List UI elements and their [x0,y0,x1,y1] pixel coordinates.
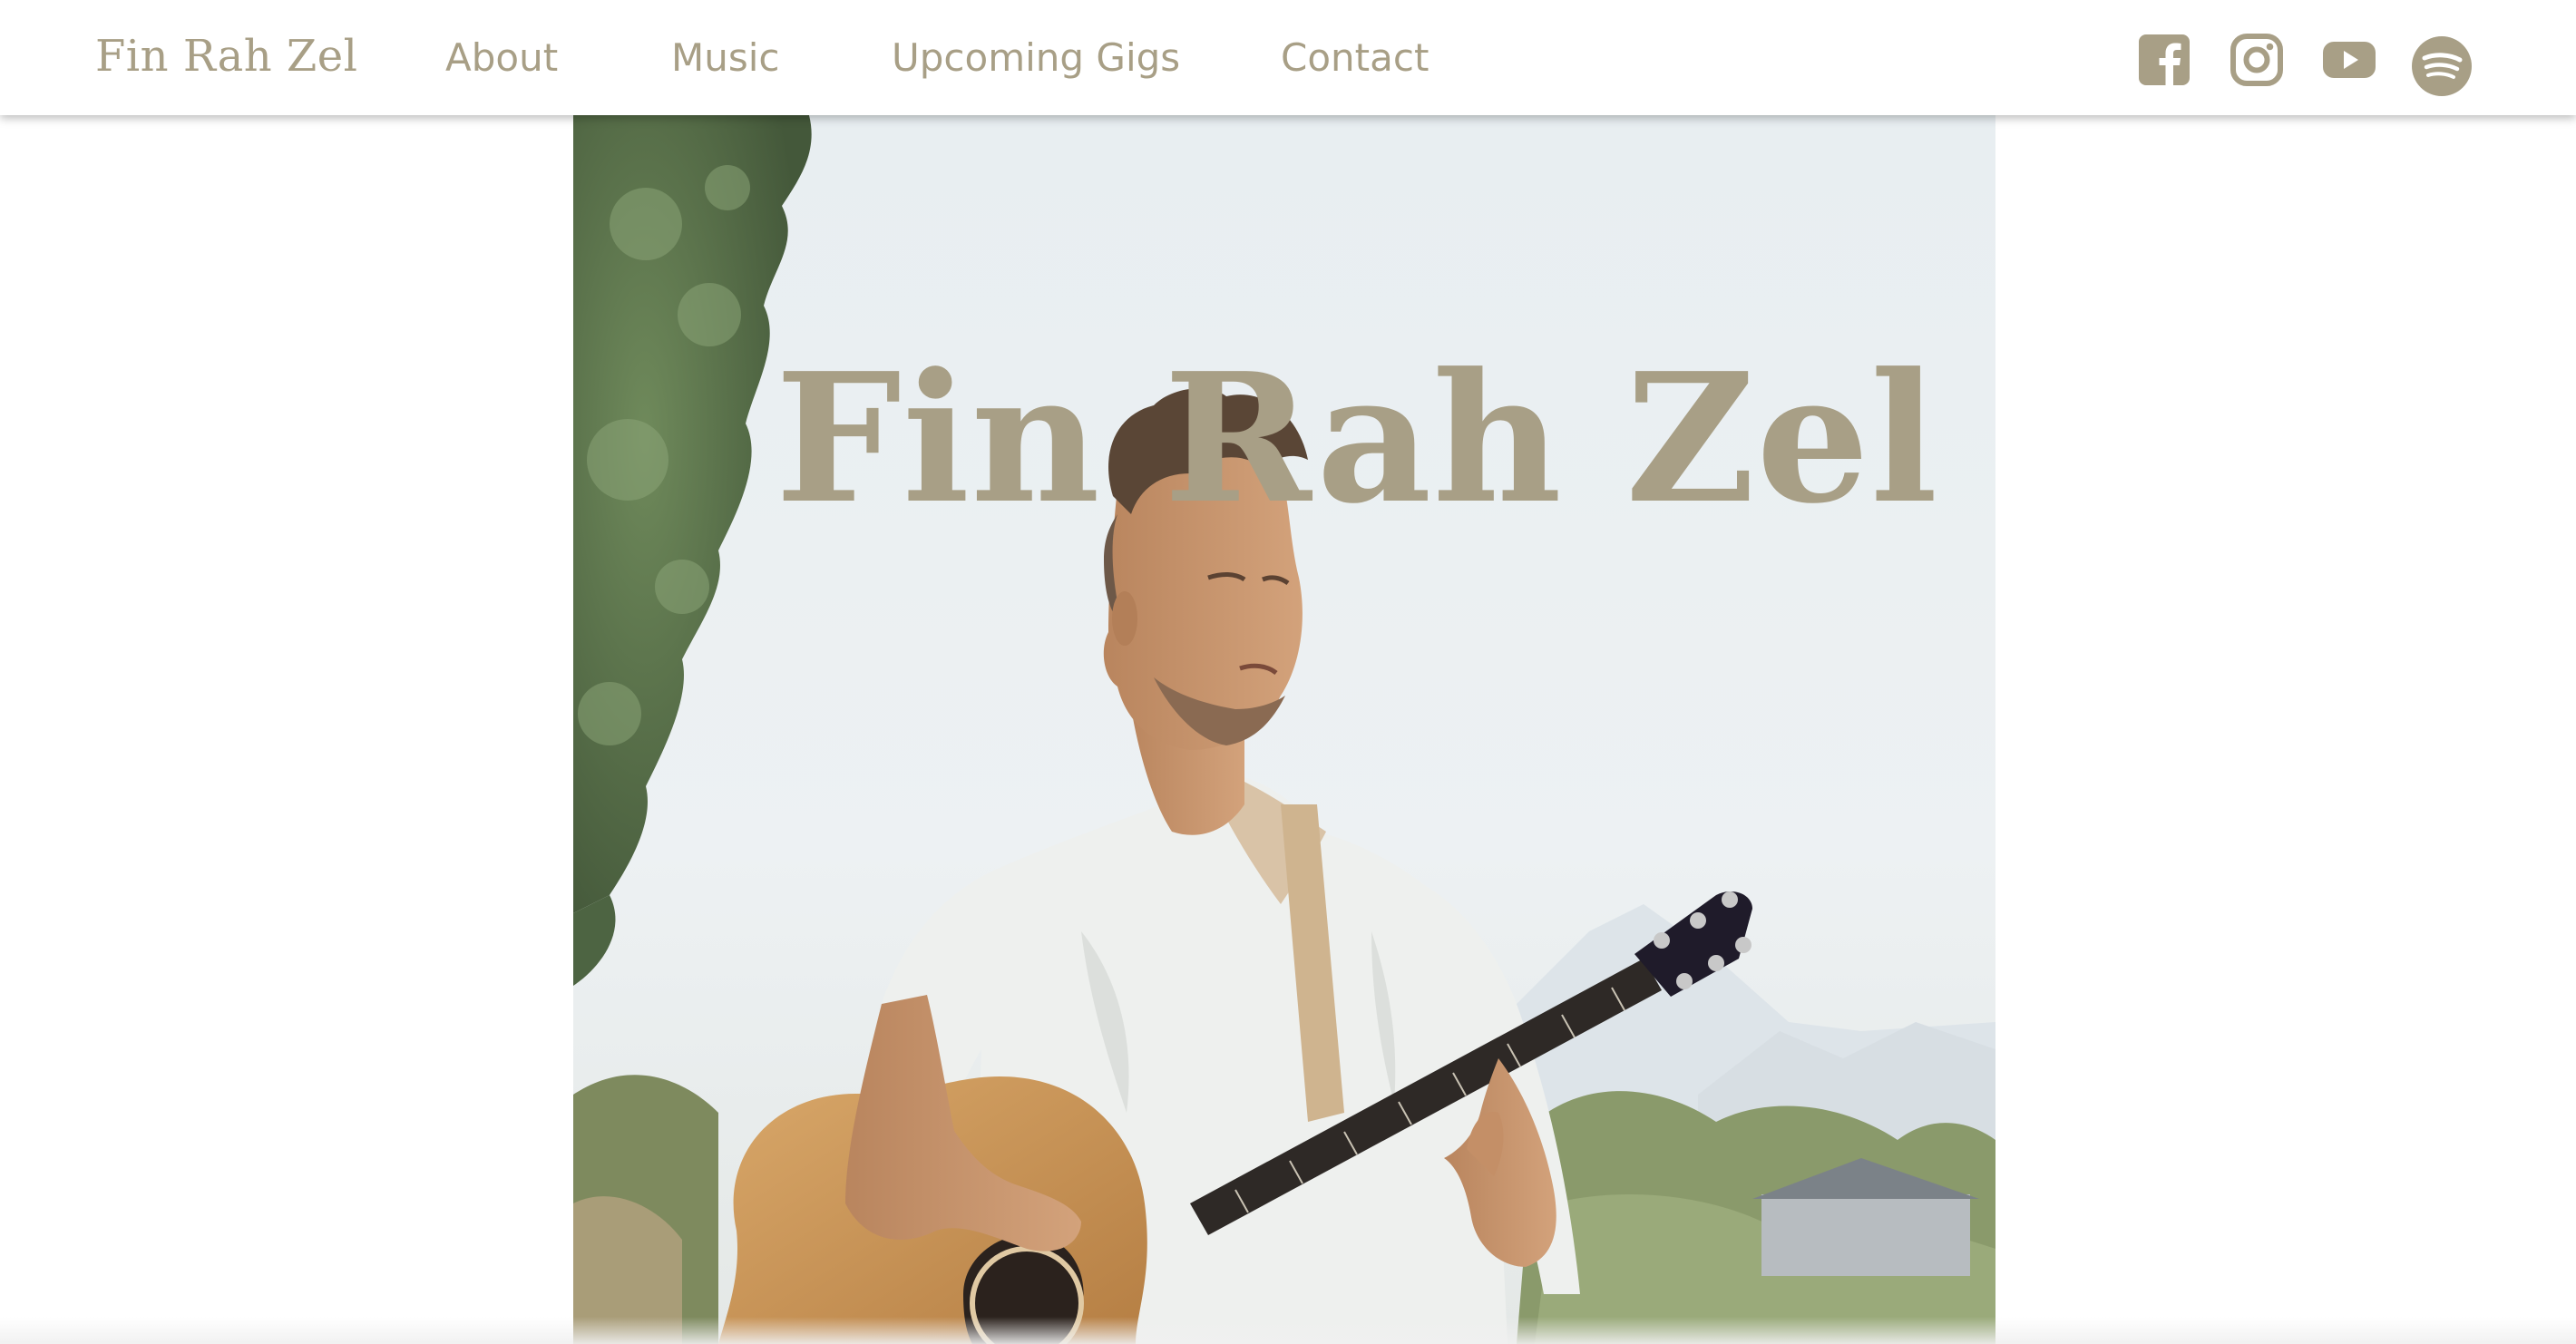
youtube-icon[interactable] [2322,33,2376,87]
nav-link-contact[interactable]: Contact [1281,31,1429,85]
nav-link-upcoming-gigs[interactable]: Upcoming Gigs [892,31,1180,85]
top-navigation-bar: Fin Rah Zel About Music Upcoming Gigs Co… [0,0,2576,115]
hero-section: Fin Rah Zel [573,115,1995,1344]
site-brand-link[interactable]: Fin Rah Zel [95,25,357,87]
hero-photo-musician-with-guitar [573,115,1995,1344]
facebook-icon[interactable] [2137,33,2191,87]
spotify-icon[interactable] [2411,34,2473,98]
hero-title: Fin Rah Zel [775,335,1939,544]
nav-link-about[interactable]: About [445,31,558,85]
page-bottom-shadow [0,1317,2576,1344]
instagram-icon[interactable] [2230,33,2284,87]
nav-link-music[interactable]: Music [671,31,780,85]
